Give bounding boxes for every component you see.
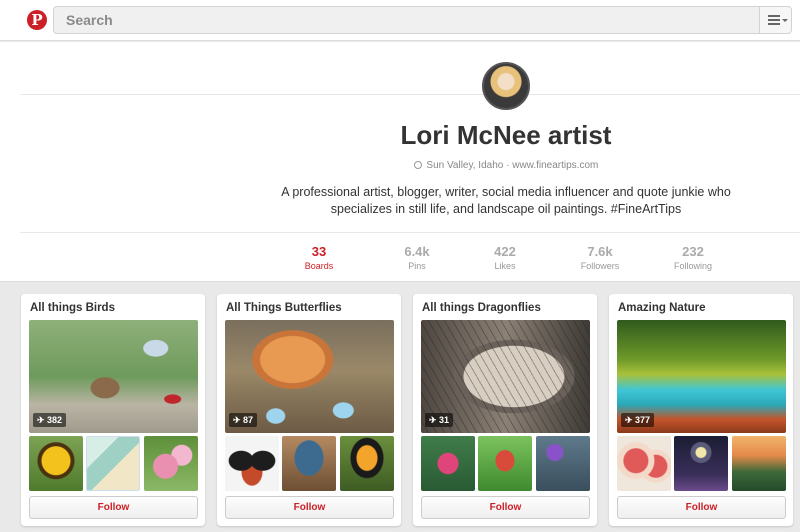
pin-icon: ✈	[37, 415, 48, 425]
stat-label: Likes	[494, 261, 516, 271]
stat-count: 7.6k	[587, 244, 613, 259]
board-title[interactable]: Amazing Nature	[618, 302, 706, 314]
board-thumbnails	[29, 436, 198, 491]
stat-likes[interactable]: 422 Likes	[456, 244, 554, 271]
search-box	[53, 6, 792, 34]
profile-name: Lori McNee artist	[400, 120, 612, 150]
stat-count: 232	[682, 244, 704, 259]
pin-icon: ✈	[625, 415, 636, 425]
board-thumbnail[interactable]	[225, 436, 279, 491]
board-thumbnail[interactable]	[617, 436, 671, 491]
stat-label: Boards	[304, 261, 334, 271]
board-thumbnail[interactable]	[421, 436, 475, 491]
stat-label: Following	[673, 261, 713, 271]
stat-followers[interactable]: 7.6k Followers	[551, 244, 649, 271]
pin-count: 31	[439, 415, 450, 425]
profile-location: Sun Valley, Idaho	[426, 160, 504, 171]
board-thumbnail[interactable]	[86, 436, 140, 491]
pin-count: 87	[243, 415, 254, 425]
board-card[interactable]: All things Dragonflies ✈ 31 Follow	[413, 294, 597, 526]
board-cover-image[interactable]: ✈ 382	[29, 320, 198, 433]
avatar[interactable]	[482, 62, 530, 110]
location-icon	[413, 161, 422, 169]
pin-count: 382	[47, 415, 63, 425]
divider	[20, 94, 800, 95]
stat-label: Pins	[408, 261, 426, 271]
follow-button[interactable]: Follow	[29, 496, 198, 519]
search-input[interactable]	[54, 7, 759, 33]
board-title[interactable]: All things Birds	[30, 302, 115, 314]
board-cover-image[interactable]: ✈ 31	[421, 320, 590, 433]
stat-count: 6.4k	[404, 244, 430, 259]
pin-count-badge: ✈ 31	[425, 413, 454, 427]
menu-button[interactable]	[759, 7, 791, 33]
menu-icon	[768, 15, 780, 17]
board-title[interactable]: All Things Butterflies	[226, 302, 342, 314]
board-thumbnails	[617, 436, 786, 491]
stat-boards[interactable]: 33 Boards	[270, 244, 368, 271]
board-thumbnail[interactable]	[674, 436, 728, 491]
board-title[interactable]: All things Dragonflies	[422, 302, 541, 314]
pin-count: 377	[635, 415, 651, 425]
board-thumbnail[interactable]	[29, 436, 83, 491]
stat-pins[interactable]: 6.4k Pins	[368, 244, 466, 271]
meta-separator: ·	[506, 160, 510, 171]
board-cover-image[interactable]: ✈ 87	[225, 320, 394, 433]
board-card[interactable]: All things Birds ✈ 382 Follow	[21, 294, 205, 526]
follow-button[interactable]: Follow	[421, 496, 590, 519]
profile-stats: 33 Boards 6.4k Pins 422 Likes 7.6k Follo…	[270, 244, 770, 276]
profile-header: Lori McNee artist Sun Valley, Idaho · ww…	[0, 42, 800, 282]
stat-following[interactable]: 232 Following	[644, 244, 742, 271]
board-cover-image[interactable]: ✈ 377	[617, 320, 786, 433]
board-thumbnails	[225, 436, 394, 491]
board-thumbnails	[421, 436, 590, 491]
stat-count: 33	[311, 244, 327, 259]
chevron-down-icon	[782, 19, 788, 22]
follow-button[interactable]: Follow	[225, 496, 394, 519]
board-thumbnail[interactable]	[340, 436, 394, 491]
board-thumbnail[interactable]	[282, 436, 336, 491]
pin-count-badge: ✈ 87	[229, 413, 258, 427]
board-thumbnail[interactable]	[732, 436, 786, 491]
pin-count-badge: ✈ 377	[621, 413, 655, 427]
board-thumbnail[interactable]	[478, 436, 532, 491]
profile-website-link[interactable]: www.fineartips.com	[512, 160, 598, 171]
follow-button[interactable]: Follow	[617, 496, 786, 519]
profile-meta: Sun Valley, Idaho · www.fineartips.com	[0, 160, 800, 171]
board-thumbnail[interactable]	[144, 436, 198, 491]
top-bar: P	[0, 0, 800, 41]
profile-bio: A professional artist, blogger, writer, …	[281, 185, 731, 216]
board-card[interactable]: All Things Butterflies ✈ 87 Follow	[217, 294, 401, 526]
divider	[20, 232, 800, 233]
pin-icon: ✈	[233, 415, 244, 425]
pin-icon: ✈	[429, 415, 440, 425]
stat-count: 422	[494, 244, 516, 259]
pinterest-logo-icon[interactable]: P	[27, 10, 47, 30]
board-card[interactable]: Amazing Nature ✈ 377 Follow	[609, 294, 793, 526]
stat-label: Followers	[580, 261, 620, 271]
board-thumbnail[interactable]	[536, 436, 590, 491]
pin-count-badge: ✈ 382	[33, 413, 67, 427]
